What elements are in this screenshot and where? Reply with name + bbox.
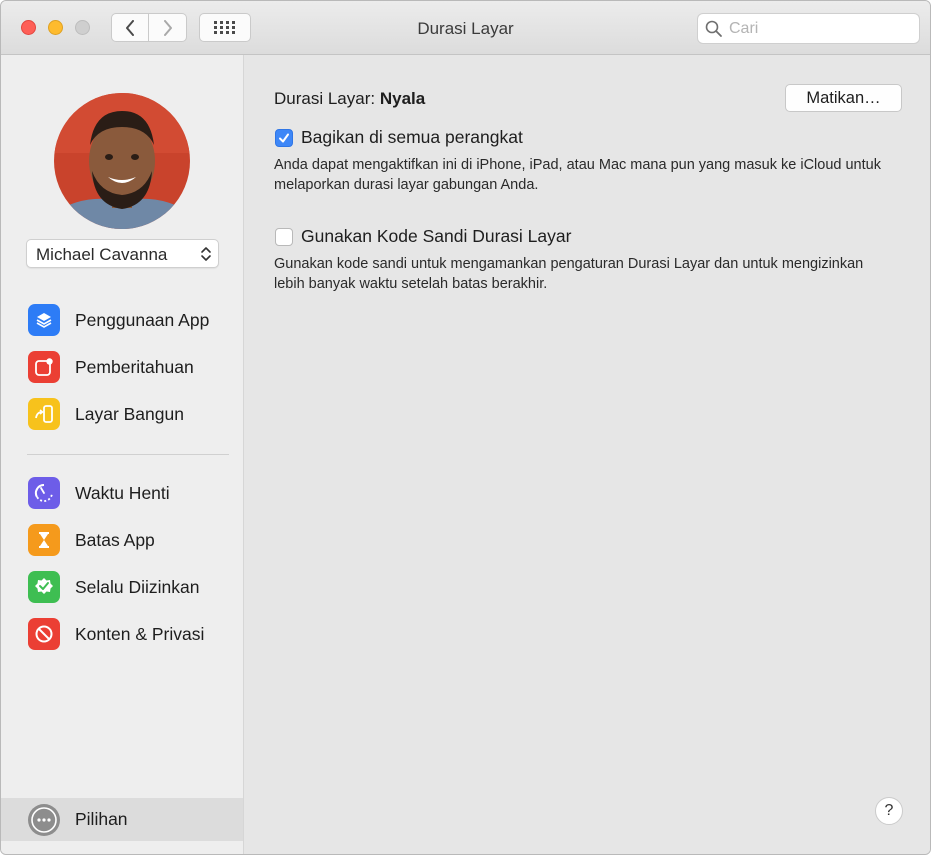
- sidebar-item-label: Selalu Diizinkan: [75, 576, 200, 597]
- status-value: Nyala: [379, 89, 426, 108]
- sidebar-item-always-allowed[interactable]: Selalu Diizinkan: [1, 567, 243, 607]
- layers-icon: [28, 304, 60, 336]
- pickup-phone-icon: [28, 398, 60, 430]
- sidebar-item-label: Pilihan: [75, 809, 128, 829]
- sidebar-item-label: Layar Bangun: [75, 403, 184, 424]
- checkmark-icon: [279, 133, 289, 142]
- share-across-devices-label: Bagikan di semua perangkat: [301, 127, 523, 147]
- sidebar-divider: [27, 454, 229, 455]
- grid-icon: [214, 21, 235, 34]
- sidebar-item-label: Batas App: [75, 529, 155, 550]
- system-preferences-window: Durasi Layar Michael Cavanna: [0, 0, 931, 855]
- search-icon: [705, 20, 722, 37]
- share-across-devices-description: Anda dapat mengaktifkan ini di iPhone, i…: [274, 157, 881, 193]
- status-label: Durasi Layar:: [274, 89, 376, 108]
- use-passcode-checkbox[interactable]: [275, 227, 293, 246]
- notification-icon: [28, 351, 60, 383]
- close-window-button[interactable]: [21, 20, 36, 35]
- sidebar-item-content-privacy[interactable]: Konten & Privasi: [1, 614, 243, 654]
- sidebar-item-downtime[interactable]: Waktu Henti: [1, 473, 243, 513]
- sidebar-item-notifications[interactable]: Pemberitahuan: [1, 347, 243, 387]
- back-button[interactable]: [111, 13, 149, 42]
- sidebar-item-pickups[interactable]: Layar Bangun: [1, 394, 243, 434]
- screen-time-status: Durasi Layar: Nyala: [274, 89, 425, 109]
- chevron-up-down-icon: [201, 247, 211, 261]
- use-passcode-label: Gunakan Kode Sandi Durasi Layar: [301, 226, 572, 246]
- user-selector[interactable]: Michael Cavanna: [26, 239, 219, 268]
- help-button[interactable]: ?: [875, 797, 903, 825]
- sidebar: Michael Cavanna Penggunaan App Pemberita…: [1, 55, 244, 854]
- user-name: Michael Cavanna: [36, 245, 168, 264]
- turn-off-button[interactable]: Matikan…: [785, 84, 902, 112]
- downtime-icon: [28, 477, 60, 509]
- checkmark-badge-icon: [28, 571, 60, 603]
- avatar: [54, 93, 190, 229]
- sidebar-item-label: Penggunaan App: [75, 309, 210, 330]
- show-all-button[interactable]: [199, 13, 251, 42]
- zoom-window-button[interactable]: [75, 20, 90, 35]
- sidebar-item-label: Konten & Privasi: [75, 623, 205, 644]
- search-input[interactable]: [697, 13, 920, 44]
- minimize-window-button[interactable]: [48, 20, 63, 35]
- hourglass-icon: [28, 524, 60, 556]
- chevron-left-icon: [126, 19, 134, 36]
- main-pane: Durasi Layar: Nyala Matikan… Bagikan di …: [244, 55, 930, 854]
- use-passcode-row[interactable]: Gunakan Kode Sandi Durasi Layar: [275, 226, 571, 247]
- sidebar-item-app-usage[interactable]: Penggunaan App: [1, 300, 243, 340]
- chevron-right-icon: [163, 19, 172, 36]
- share-across-devices-row[interactable]: Bagikan di semua perangkat: [275, 127, 523, 148]
- use-passcode-description: Gunakan kode sandi untuk mengamankan pen…: [274, 256, 864, 292]
- forward-button[interactable]: [149, 13, 187, 42]
- sidebar-item-app-limits[interactable]: Batas App: [1, 520, 243, 560]
- sidebar-item-label: Waktu Henti: [75, 482, 170, 503]
- restriction-icon: [28, 618, 60, 650]
- title-bar: Durasi Layar: [1, 1, 930, 55]
- share-across-devices-checkbox[interactable]: [275, 128, 293, 147]
- sidebar-item-options[interactable]: Pilihan: [1, 798, 243, 841]
- sidebar-item-label: Pemberitahuan: [75, 356, 194, 377]
- more-options-icon: [28, 804, 60, 836]
